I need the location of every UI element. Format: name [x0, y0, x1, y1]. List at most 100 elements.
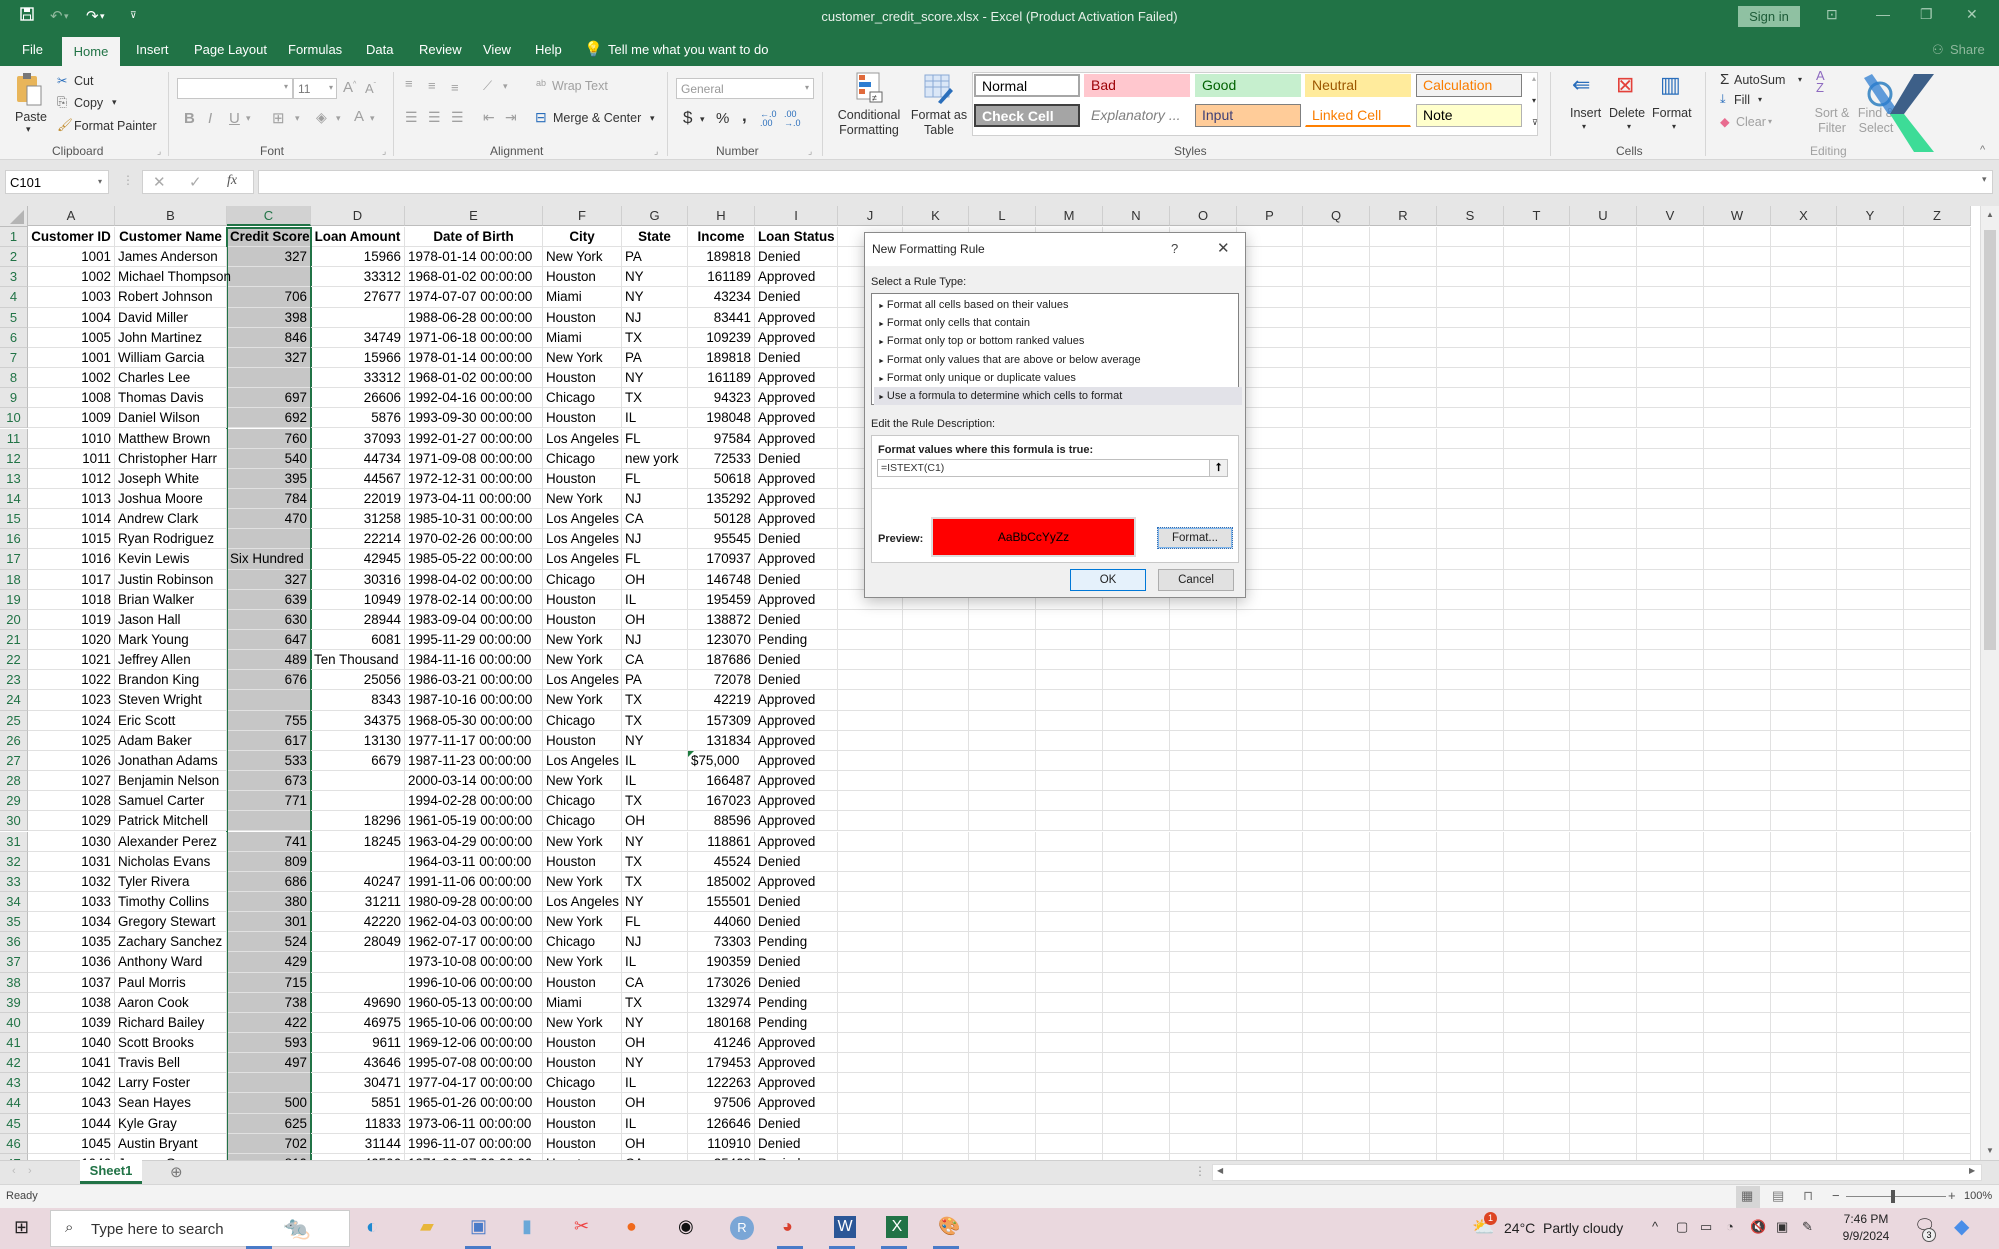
empty-cell[interactable] [1771, 650, 1837, 671]
empty-cell[interactable] [1837, 488, 1904, 510]
empty-cell[interactable] [1504, 549, 1570, 570]
empty-cell[interactable] [969, 1073, 1036, 1094]
row-header[interactable]: 18 [0, 569, 28, 590]
data-cell[interactable]: $75,000 [688, 750, 755, 772]
data-cell[interactable]: 50128 [688, 509, 755, 530]
align-center-icon[interactable]: ☰ [428, 109, 441, 126]
empty-cell[interactable] [1103, 811, 1170, 832]
empty-cell[interactable] [1904, 750, 1971, 772]
empty-cell[interactable] [1771, 307, 1837, 328]
data-cell[interactable]: 706 [227, 287, 311, 308]
data-cell[interactable]: 46975 [311, 1012, 405, 1033]
column-header-h[interactable]: H [688, 206, 755, 226]
data-cell[interactable]: New York [543, 690, 622, 711]
zoom-in-button[interactable]: + [1948, 1188, 1956, 1203]
empty-cell[interactable] [838, 690, 903, 711]
data-cell[interactable]: Houston [543, 1093, 622, 1114]
empty-cell[interactable] [1170, 1113, 1237, 1134]
empty-cell[interactable] [903, 690, 969, 711]
data-cell[interactable]: Patrick Mitchell [115, 811, 227, 832]
fill-dropdown-icon[interactable]: ▾ [1758, 95, 1762, 104]
data-cell[interactable]: 18245 [311, 831, 405, 852]
empty-cell[interactable] [1370, 468, 1437, 489]
empty-cell[interactable] [1303, 811, 1370, 832]
data-cell[interactable]: 72533 [688, 448, 755, 469]
empty-cell[interactable] [1637, 771, 1704, 792]
row-header[interactable]: 4 [0, 287, 28, 308]
data-cell[interactable]: TX [622, 791, 688, 812]
empty-cell[interactable] [1704, 1093, 1771, 1114]
empty-cell[interactable] [838, 630, 903, 651]
empty-cell[interactable] [1904, 771, 1971, 792]
data-cell[interactable]: 738 [227, 992, 311, 1013]
empty-cell[interactable] [1370, 488, 1437, 510]
increase-decimal-icon[interactable]: ←.0.00 [760, 110, 777, 128]
empty-cell[interactable] [1370, 388, 1437, 409]
data-cell[interactable]: 741 [227, 831, 311, 852]
data-cell[interactable] [311, 771, 405, 792]
data-cell[interactable]: 33312 [311, 267, 405, 288]
data-cell[interactable]: Denied [755, 287, 838, 308]
empty-cell[interactable] [1036, 831, 1103, 852]
empty-cell[interactable] [1704, 347, 1771, 369]
empty-cell[interactable] [1771, 408, 1837, 429]
empty-cell[interactable] [1837, 1133, 1904, 1154]
data-cell[interactable]: 1986-03-21 00:00:00 [405, 670, 543, 691]
r-app-icon[interactable]: R [730, 1216, 754, 1240]
sheet-prev-icon[interactable]: ‹ [12, 1165, 16, 1177]
empty-cell[interactable] [1237, 630, 1303, 651]
column-header-j[interactable]: J [838, 206, 903, 226]
empty-cell[interactable] [1704, 811, 1771, 832]
tab-review[interactable]: Review [419, 42, 462, 57]
clear-button[interactable]: Clear [1736, 115, 1766, 129]
data-cell[interactable]: Approved [755, 388, 838, 409]
empty-cell[interactable] [1103, 791, 1170, 812]
empty-cell[interactable] [1904, 307, 1971, 328]
empty-cell[interactable] [1704, 871, 1771, 892]
empty-cell[interactable] [1771, 448, 1837, 469]
empty-cell[interactable] [1637, 851, 1704, 872]
data-cell[interactable]: Denied [755, 891, 838, 913]
data-cell[interactable]: Approved [755, 408, 838, 429]
underline-button[interactable]: U [229, 110, 240, 127]
format-button[interactable]: Format... [1157, 527, 1233, 549]
empty-cell[interactable] [1570, 730, 1637, 751]
header-cell[interactable]: Customer ID [28, 227, 115, 248]
data-cell[interactable]: 771 [227, 791, 311, 812]
empty-cell[interactable] [838, 952, 903, 973]
data-cell[interactable]: 1987-10-16 00:00:00 [405, 690, 543, 711]
column-header-w[interactable]: W [1704, 206, 1771, 226]
empty-cell[interactable] [1904, 650, 1971, 671]
clipboard-launcher-icon[interactable]: ⌟ [157, 146, 161, 157]
row-header[interactable]: 46 [0, 1133, 28, 1154]
data-cell[interactable]: 5851 [311, 1093, 405, 1114]
row-header[interactable]: 32 [0, 851, 28, 872]
data-cell[interactable]: Los Angeles [543, 529, 622, 550]
empty-cell[interactable] [1504, 529, 1570, 550]
empty-cell[interactable] [1570, 327, 1637, 348]
empty-cell[interactable] [1837, 730, 1904, 751]
empty-cell[interactable] [1170, 1012, 1237, 1033]
empty-cell[interactable] [1504, 569, 1570, 590]
empty-cell[interactable] [1237, 287, 1303, 308]
empty-cell[interactable] [1837, 750, 1904, 772]
empty-cell[interactable] [1570, 771, 1637, 792]
data-cell[interactable]: Denied [755, 952, 838, 973]
empty-cell[interactable] [1303, 952, 1370, 973]
empty-cell[interactable] [1904, 488, 1971, 510]
empty-cell[interactable] [1504, 589, 1570, 610]
row-header[interactable]: 39 [0, 992, 28, 1013]
data-cell[interactable]: 1964-03-11 00:00:00 [405, 851, 543, 872]
scroll-left-icon[interactable]: ◀ [1217, 1166, 1223, 1175]
data-cell[interactable]: Justin Robinson [115, 569, 227, 590]
data-cell[interactable]: 1020 [28, 630, 115, 651]
column-header-f[interactable]: F [543, 206, 622, 226]
data-cell[interactable]: 1030 [28, 831, 115, 852]
ribbon-display-icon[interactable]: ⊡ [1826, 6, 1838, 23]
data-cell[interactable]: 72078 [688, 670, 755, 691]
empty-cell[interactable] [1303, 549, 1370, 570]
data-cell[interactable]: 1993-09-30 00:00:00 [405, 408, 543, 429]
data-cell[interactable]: 489 [227, 650, 311, 671]
data-cell[interactable]: Approved [755, 368, 838, 389]
fill-color-icon[interactable]: ◈ [316, 109, 327, 126]
